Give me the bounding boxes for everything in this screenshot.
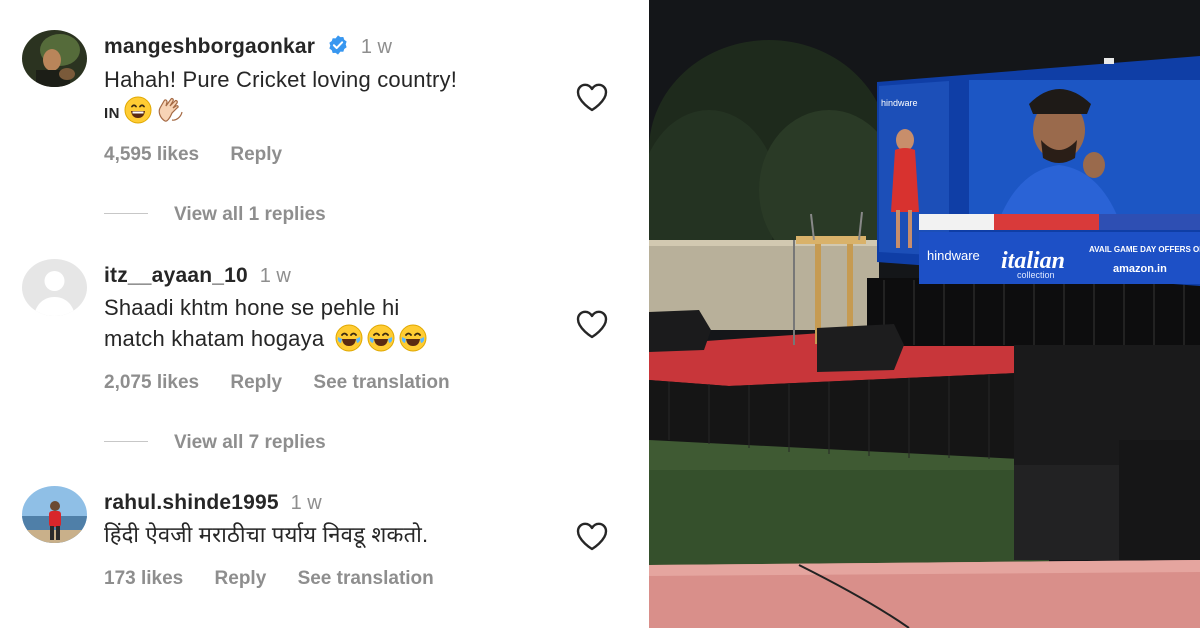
- banner-sub: collection: [1017, 270, 1055, 280]
- avatar[interactable]: [22, 486, 87, 543]
- comment-line-prefix: IN: [104, 105, 120, 122]
- view-replies-link[interactable]: View all 7 replies: [104, 431, 326, 455]
- comment-line: हिंदी ऐवजी मराठीचा पर्याय निवडू शकतो.: [104, 522, 429, 547]
- comment-text: हिंदी ऐवजी मराठीचा पर्याय निवडू शकतो.: [104, 519, 428, 550]
- view-replies-link[interactable]: View all 1 replies: [104, 203, 326, 227]
- heart-icon[interactable]: [575, 309, 609, 339]
- verified-badge-icon: [327, 34, 349, 63]
- username[interactable]: rahul.shinde1995: [104, 491, 279, 514]
- comment-actions: 2,075 likes Reply See translation: [104, 371, 476, 395]
- reply-button[interactable]: Reply: [230, 144, 282, 165]
- timestamp: 1 w: [360, 36, 392, 58]
- comment-header: rahul.shinde1995 1 w: [104, 490, 322, 516]
- username[interactable]: mangeshborgaonkar: [104, 35, 315, 58]
- led-screen: hindware italian collection AVAIL GAME D…: [877, 56, 1200, 286]
- joy-emoji-icon: [367, 324, 395, 360]
- store-name: amazon.in: [1113, 263, 1167, 275]
- comment-actions: 4,595 likes Reply: [104, 143, 308, 167]
- likes-count[interactable]: 4,595 likes: [104, 144, 199, 165]
- timestamp: 1 w: [290, 492, 322, 514]
- clapping-hands-icon: [156, 96, 186, 132]
- comment-header: itz__ayaan_10 1 w: [104, 263, 291, 289]
- joy-emoji-icon: [399, 324, 427, 360]
- comment-line: Hahah! Pure Cricket loving country!: [104, 67, 458, 92]
- offer-text: AVAIL GAME DAY OFFERS ON: [1089, 245, 1200, 254]
- event-photo: hindware italian collection AVAIL GAME D…: [649, 0, 1200, 628]
- heart-icon[interactable]: [575, 521, 609, 551]
- comment-text: Shaadi khtm hone se pehle hi match khata…: [104, 292, 427, 360]
- timestamp: 1 w: [259, 265, 291, 287]
- avatar[interactable]: [22, 30, 87, 87]
- comment-actions: 173 likes Reply See translation: [104, 567, 460, 591]
- view-replies-label: View all 7 replies: [174, 432, 326, 453]
- username[interactable]: itz__ayaan_10: [104, 264, 248, 287]
- comment-line: Shaadi khtm hone se pehle hi: [104, 295, 400, 320]
- view-replies-label: View all 1 replies: [174, 204, 326, 225]
- likes-count[interactable]: 2,075 likes: [104, 372, 199, 393]
- see-translation-link[interactable]: See translation: [313, 372, 449, 393]
- likes-count[interactable]: 173 likes: [104, 568, 183, 589]
- reply-button[interactable]: Reply: [215, 568, 267, 589]
- comment-line: IN: [104, 95, 457, 132]
- comments-panel: mangeshborgaonkar 1 w Hahah! Pure Cricke…: [0, 0, 648, 628]
- reply-button[interactable]: Reply: [230, 372, 282, 393]
- replies-divider: [104, 441, 148, 442]
- comment-line: match khatam hogaya: [104, 323, 427, 360]
- joy-emoji-icon: [335, 324, 363, 360]
- screen-brand: hindware: [881, 98, 918, 108]
- see-translation-link[interactable]: See translation: [298, 568, 434, 589]
- heart-icon[interactable]: [575, 82, 609, 112]
- comment-header: mangeshborgaonkar 1 w: [104, 34, 392, 63]
- avatar[interactable]: [22, 259, 87, 316]
- banner-brand: hindware: [927, 248, 980, 263]
- comment-line-text: match khatam hogaya: [104, 326, 325, 351]
- comment-text: Hahah! Pure Cricket loving country! IN: [104, 64, 457, 132]
- grinning-emoji-icon: [124, 96, 152, 132]
- replies-divider: [104, 213, 148, 214]
